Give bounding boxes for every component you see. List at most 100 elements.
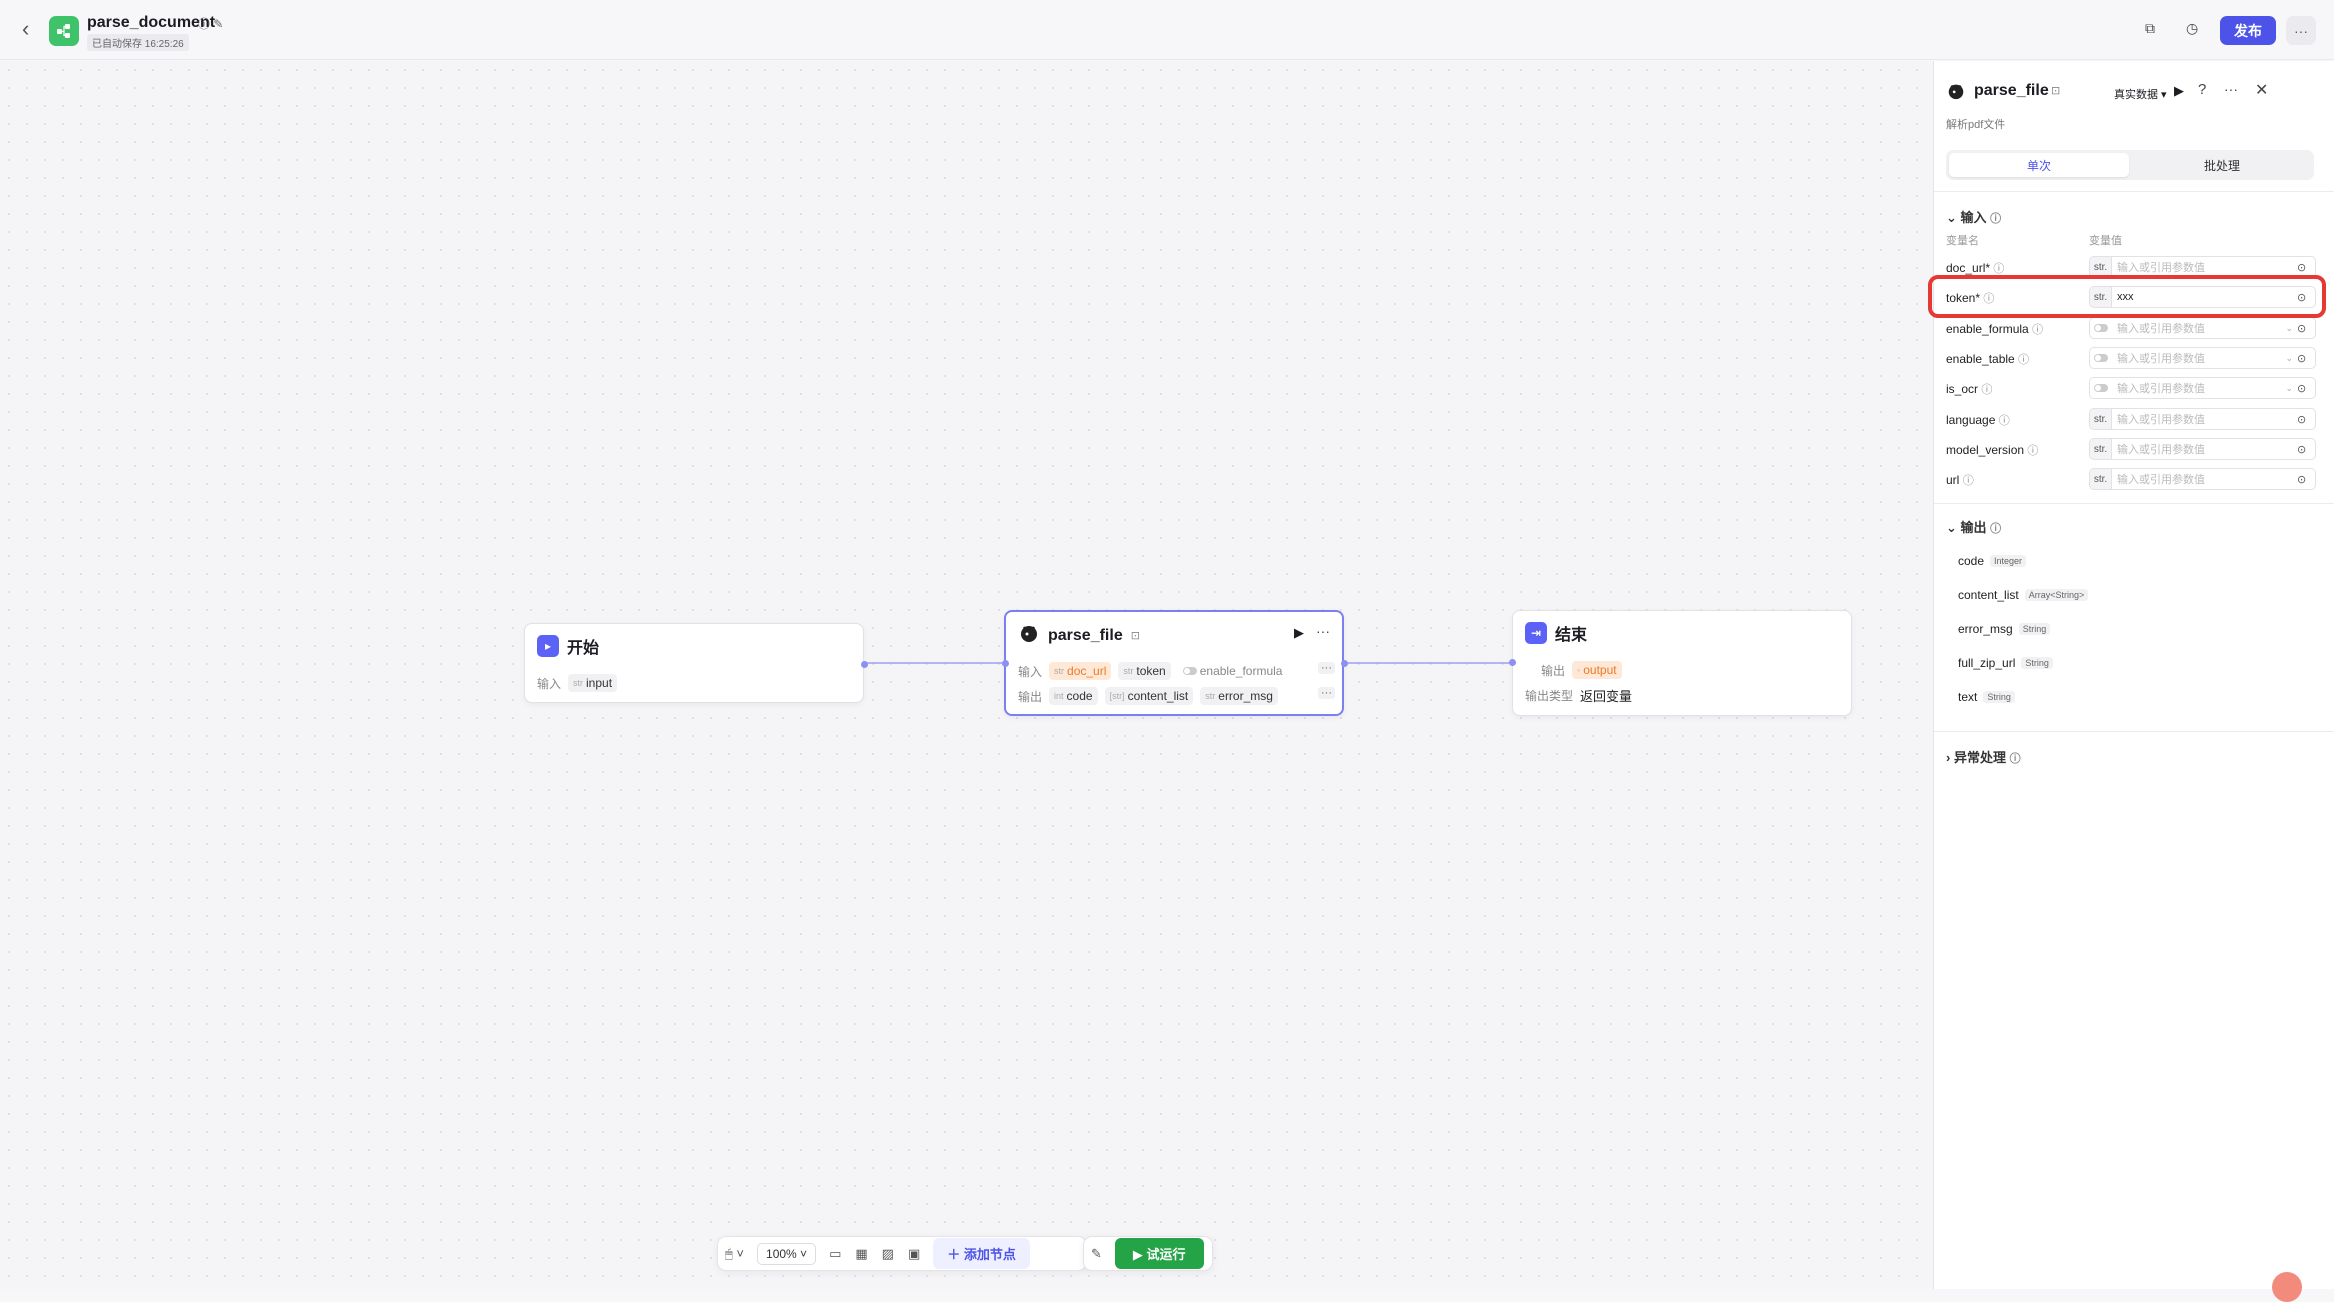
param-label-doc-url: doc_url* ⓘ (1946, 261, 2005, 275)
col-header-value: 变量值 (2089, 235, 2122, 247)
section-divider (1934, 191, 2334, 192)
param-input-token[interactable]: str. xxx ⊙ (2089, 286, 2316, 308)
param-label-enable-formula: enable_formula ⓘ (1946, 322, 2044, 336)
plugin-badge-icon: ⊡ (1130, 630, 1140, 642)
data-mode-select[interactable]: 真实数据 ▾ (2114, 86, 2167, 102)
section-divider (1934, 503, 2334, 504)
reference-icon: ⊙ (2297, 413, 2307, 426)
minimap-icon[interactable]: ▣ (901, 1246, 927, 1262)
assistant-bubble-icon[interactable] (2272, 1272, 2302, 1302)
canvas-toolbar: 🖱 ˅ 100% ˅ ▭ ▦ ▨ ▣ ＋ 添加节点 (717, 1236, 1087, 1271)
title-info-icon[interactable]: ⓘ ✎ (198, 15, 223, 32)
param-label-language: language ⓘ (1946, 413, 2010, 427)
chevron-down-icon: ⌄ (2285, 322, 2293, 333)
test-run-button[interactable]: ▶ 试运行 (1114, 1238, 1204, 1269)
image-icon[interactable]: ▨ (875, 1246, 901, 1262)
param-label-model-version: model_version ⓘ (1946, 443, 2039, 457)
str-type-icon: str. (2090, 469, 2112, 489)
param-input-enable-formula[interactable]: 输入或引用参数值 ⌄ ⊙ (2089, 317, 2316, 339)
str-type-icon: str. (2090, 409, 2112, 429)
outputs-more-icon[interactable]: ··· (1318, 687, 1335, 699)
exception-section-toggle[interactable]: › 异常处理 ⓘ (1946, 747, 2021, 766)
more-menu-button[interactable]: ··· (2286, 16, 2316, 45)
output-section-toggle[interactable]: ⌄ 输出 ⓘ (1946, 517, 2001, 536)
end-output-label: 输出 (1541, 663, 1566, 678)
reference-icon: ⊙ (2297, 291, 2307, 304)
start-node[interactable]: ▸ 开始 输入 str input (524, 623, 868, 703)
param-label-enable-table: enable_table ⓘ (1946, 352, 2030, 366)
pointer-mode-icon[interactable]: 🖱 ˅ (718, 1246, 751, 1262)
parse-node-title: parse_file (1048, 626, 1123, 644)
reference-icon: ⊙ (2297, 261, 2307, 274)
end-output-type-label: 输出类型 (1525, 689, 1574, 703)
toggle-icon (1182, 667, 1197, 675)
output-item-error-msg: error_msg String (1958, 622, 2051, 636)
output-item-code: code Integer (1958, 554, 2027, 568)
start-output-port[interactable] (861, 661, 868, 668)
start-input-chip: str input (568, 674, 618, 692)
str-type-icon: str. (2090, 287, 2112, 307)
end-input-port[interactable] (1509, 659, 1516, 666)
output-chip-error-msg: str error_msg (1200, 687, 1278, 705)
run-panel-icon[interactable]: ▶ (2174, 83, 2184, 99)
parse-output-port[interactable] (1341, 660, 1348, 667)
output-chip-code: int code (1049, 687, 1098, 705)
history-icon[interactable]: ◷ (2186, 20, 2198, 37)
add-node-button[interactable]: ＋ 添加节点 (933, 1238, 1030, 1269)
back-icon[interactable]: ‹ (22, 18, 29, 40)
run-node-icon[interactable]: ▶ (1294, 625, 1304, 641)
end-output-type-value: 返回变量 (1580, 689, 1633, 704)
comment-icon[interactable]: ▭ (822, 1246, 848, 1262)
toggle-icon (2094, 324, 2108, 332)
str-type-icon: str. (2090, 257, 2112, 277)
zoom-select[interactable]: 100% ˅ (757, 1242, 817, 1265)
app-logo-icon (49, 16, 79, 46)
close-icon[interactable]: ✕ (2255, 80, 2268, 100)
section-divider (1934, 731, 2334, 732)
node-config-panel: parse_file ⊡ 真实数据 ▾ ▶ ? ··· ✕ 解析pdf文件 单次… (1933, 61, 2334, 1289)
help-icon[interactable]: ? (2198, 81, 2206, 98)
end-node[interactable]: ⇥ 结束 输出 ◦ output 输出类型 返回变量 (1509, 610, 1852, 716)
publish-button[interactable]: 发布 (2220, 16, 2276, 45)
chevron-down-icon: ⌄ (2285, 352, 2293, 363)
output-chip-content-list: [str] content_list (1104, 687, 1194, 705)
grid-layout-icon[interactable]: ▦ (848, 1246, 874, 1262)
param-input-enable-table[interactable]: 输入或引用参数值 ⌄ ⊙ (2089, 347, 2316, 369)
tab-batch[interactable]: 批处理 (2132, 153, 2312, 177)
param-input-language[interactable]: str. 输入或引用参数值 ⊙ (2089, 408, 2316, 430)
end-node-title: 结束 (1555, 627, 1588, 644)
inputs-more-icon[interactable]: ··· (1318, 662, 1335, 674)
panel-title: parse_file (1974, 82, 2049, 99)
tab-single[interactable]: 单次 (1949, 153, 2129, 177)
output-item-content-list: content_list Array<String> (1958, 588, 2089, 602)
parse-input-port[interactable] (1002, 660, 1009, 667)
save-status-badge: 已自动保存 16:25:26 (87, 34, 189, 51)
param-label-token: token* ⓘ (1946, 291, 1995, 305)
param-input-model-version[interactable]: str. 输入或引用参数值 ⊙ (2089, 438, 2316, 460)
param-input-doc-url[interactable]: str. 输入或引用参数值 ⊙ (2089, 256, 2316, 278)
param-input-is-ocr[interactable]: 输入或引用参数值 ⌄ ⊙ (2089, 377, 2316, 399)
toggle-icon (2094, 384, 2108, 392)
input-chip-token: str token (1118, 662, 1171, 680)
output-item-full-zip-url: full_zip_url String (1958, 656, 2053, 670)
top-bar: ‹ parse_document ⓘ ✎ 已自动保存 16:25:26 ⧉ ◷ … (0, 0, 2334, 60)
param-label-is-ocr: is_ocr ⓘ (1946, 382, 1993, 396)
panel-more-icon[interactable]: ··· (2224, 81, 2238, 97)
copy-icon[interactable]: ⧉ (2145, 20, 2155, 37)
node-more-icon[interactable]: ··· (1316, 623, 1330, 639)
panel-plugin-logo-icon (1946, 81, 1966, 106)
reference-icon: ⊙ (2297, 352, 2307, 365)
workflow-title: parse_document (87, 14, 216, 31)
param-input-url[interactable]: str. 输入或引用参数值 ⊙ (2089, 468, 2316, 490)
input-section-toggle[interactable]: ⌄ 输入 ⓘ (1946, 207, 2001, 226)
parse-output-label: 输出 (1018, 689, 1043, 704)
end-output-chip: ◦ output (1572, 661, 1622, 679)
reference-icon: ⊙ (2297, 382, 2307, 395)
chevron-down-icon: ⌄ (2285, 382, 2293, 393)
param-label-url: url ⓘ (1946, 473, 1974, 487)
reference-icon: ⊙ (2297, 443, 2307, 456)
reference-icon: ⊙ (2297, 322, 2307, 335)
debug-icon[interactable]: ✎ (1084, 1246, 1109, 1262)
parse-file-node[interactable]: parse_file ⊡ ▶ ··· 输入 str doc_url str toke… (1002, 610, 1348, 716)
workflow-canvas[interactable]: ▸ 开始 输入 str input parse_file ⊡ ▶ ··· 输入 s… (0, 61, 1933, 1289)
